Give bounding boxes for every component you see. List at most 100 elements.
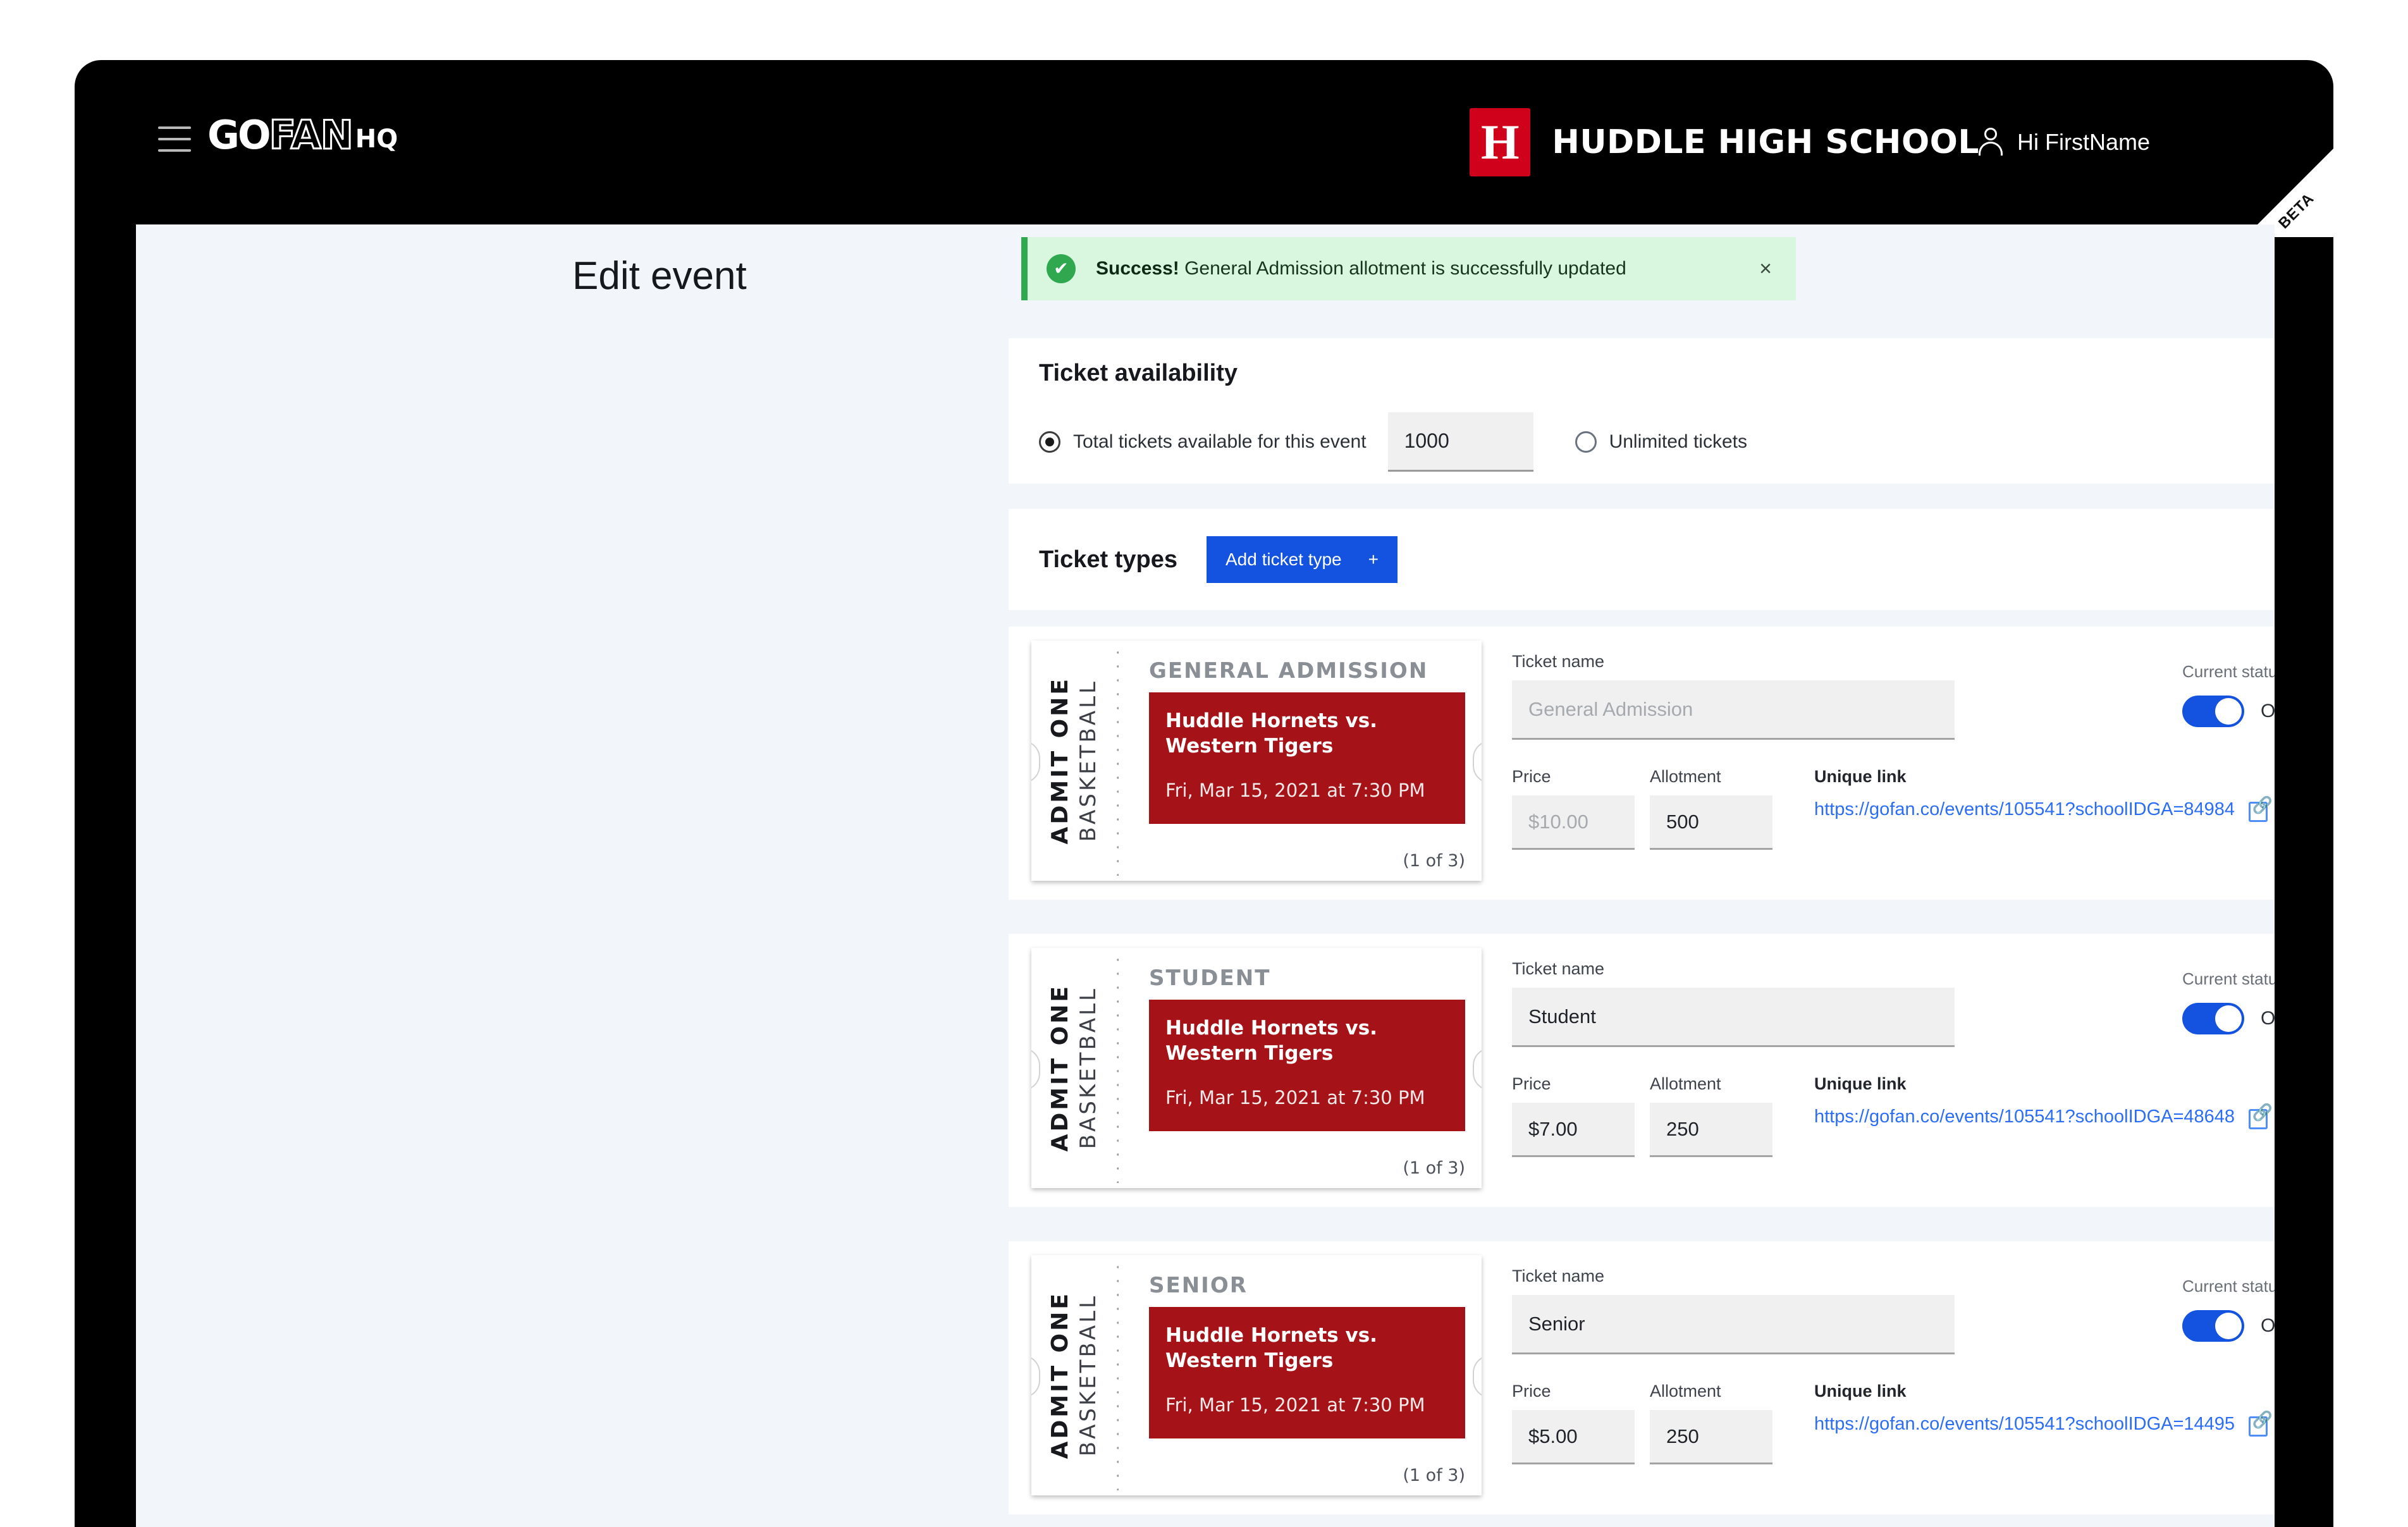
unique-link-label: Unique link: [1814, 1074, 1907, 1093]
radio-unlimited-tickets-label: Unlimited tickets: [1609, 431, 1747, 452]
price-label: Price: [1512, 1382, 1551, 1401]
stub-count-label: (1 of 3): [1403, 851, 1465, 871]
unique-link-label: Unique link: [1814, 767, 1907, 786]
page-title: Edit event: [572, 254, 747, 298]
ticket-type-card: ADMIT ONE BASKETBALL STUDENT Huddle Horn…: [1009, 934, 2275, 1207]
ticket-name-field: Ticket name Senior: [1512, 1266, 1955, 1354]
ticket-availability-heading: Ticket availability: [1039, 360, 1238, 386]
unique-link-field: Unique link https://gofan.co/events/1055…: [1814, 1382, 2273, 1437]
unique-link-url[interactable]: https://gofan.co/events/105541?schoolIDG…: [1814, 799, 2235, 820]
ticket-types-panel: Ticket types Add ticket type +: [1009, 509, 2275, 610]
copy-link-icon[interactable]: 🔗: [2249, 1104, 2273, 1129]
on-sale-toggle[interactable]: [2182, 1310, 2244, 1342]
radio-total-tickets[interactable]: [1039, 431, 1060, 453]
stub-event-date: Fri, Mar 15, 2021 at 7:30 PM: [1165, 780, 1425, 801]
price-field: Price $5.00: [1512, 1382, 1635, 1464]
logo-go-text: GO: [207, 112, 271, 158]
school-logo-icon: H: [1470, 108, 1531, 176]
sport-label: BASKETBALL: [1075, 679, 1101, 842]
stub-ticket-kind: SENIOR: [1149, 1273, 1248, 1298]
unique-link-url[interactable]: https://gofan.co/events/105541?schoolIDG…: [1814, 1107, 2235, 1127]
stub-side-labels: ADMIT ONE BASKETBALL: [1031, 641, 1116, 881]
user-icon: [1978, 128, 2003, 157]
perforation-line: [1116, 953, 1119, 1183]
allotment-label: Allotment: [1650, 1074, 1721, 1093]
school-name: HUDDLE HIGH SCHOOL: [1552, 123, 1979, 161]
allotment-input[interactable]: 500: [1650, 795, 1772, 850]
ticket-name-label: Ticket name: [1512, 959, 1605, 978]
price-input[interactable]: $5.00: [1512, 1410, 1635, 1464]
alert-bold-text: Success!: [1096, 258, 1179, 279]
unique-link-url[interactable]: https://gofan.co/events/105541?schoolIDG…: [1814, 1414, 2235, 1435]
on-sale-toggle[interactable]: [2182, 696, 2244, 727]
on-sale-status-text: On sale: [2261, 1008, 2275, 1029]
ticket-types-heading: Ticket types: [1039, 546, 1177, 573]
price-input[interactable]: $10.00: [1512, 795, 1635, 850]
ticket-preview-stub: ADMIT ONE BASKETBALL SENIOR Huddle Horne…: [1031, 1255, 1482, 1495]
stub-event-banner: Huddle Hornets vs. Western Tigers Fri, M…: [1149, 692, 1465, 824]
add-ticket-type-button[interactable]: Add ticket type +: [1206, 536, 1398, 583]
ticket-name-input[interactable]: General Admission: [1512, 680, 1955, 740]
stub-match-line2: Western Tigers: [1165, 1041, 1334, 1065]
admit-one-label: ADMIT ONE: [1047, 677, 1073, 845]
admit-one-label: ADMIT ONE: [1047, 1291, 1073, 1459]
gofan-hq-logo[interactable]: GO FAN HQ: [207, 112, 398, 158]
check-circle-icon: ✔: [1047, 254, 1076, 283]
alert-body-text: General Admission allotment is successfu…: [1184, 258, 1626, 279]
ticket-name-input[interactable]: Senior: [1512, 1295, 1955, 1354]
current-status-field: Current status On sale: [2182, 969, 2275, 1034]
ticket-fields: Ticket name Senior Price $5.00 Allotment…: [1512, 1266, 2275, 1500]
current-status-field: Current status On sale: [2182, 1277, 2275, 1342]
stub-event-banner: Huddle Hornets vs. Western Tigers Fri, M…: [1149, 1307, 1465, 1438]
unique-link-field: Unique link https://gofan.co/events/1055…: [1814, 1074, 2273, 1129]
stub-count-label: (1 of 3): [1403, 1158, 1465, 1178]
allotment-field: Allotment 250: [1650, 1382, 1772, 1464]
allotment-label: Allotment: [1650, 767, 1721, 786]
ticket-fields: Ticket name General Admission Price $10.…: [1512, 652, 2275, 886]
stub-ticket-kind: STUDENT: [1149, 966, 1271, 991]
stub-side-labels: ADMIT ONE BASKETBALL: [1031, 1255, 1116, 1495]
ticket-name-field: Ticket name General Admission: [1512, 652, 1955, 740]
on-sale-toggle[interactable]: [2182, 1003, 2244, 1034]
sport-label: BASKETBALL: [1075, 986, 1101, 1150]
ticket-preview-stub: ADMIT ONE BASKETBALL STUDENT Huddle Horn…: [1031, 948, 1482, 1188]
ticket-preview-stub: ADMIT ONE BASKETBALL GENERAL ADMISSION H…: [1031, 641, 1482, 881]
plus-icon: +: [1368, 549, 1379, 569]
unique-link-field: Unique link https://gofan.co/events/1055…: [1814, 767, 2273, 822]
app-header: GO FAN HQ H HUDDLE HIGH SCHOOL Hi FirstN…: [75, 60, 2333, 237]
radio-unlimited-tickets[interactable]: [1575, 431, 1597, 453]
copy-link-icon[interactable]: 🔗: [2249, 797, 2273, 822]
total-tickets-input[interactable]: 1000: [1387, 412, 1533, 472]
hamburger-icon[interactable]: [158, 126, 191, 152]
price-label: Price: [1512, 767, 1551, 786]
close-icon[interactable]: ×: [1759, 258, 1772, 279]
ticket-name-input[interactable]: Student: [1512, 988, 1955, 1047]
stub-match-line2: Western Tigers: [1165, 734, 1334, 757]
unique-link-label: Unique link: [1814, 1382, 1907, 1401]
ticket-name-label: Ticket name: [1512, 1266, 1605, 1285]
stub-side-labels: ADMIT ONE BASKETBALL: [1031, 948, 1116, 1188]
admit-one-label: ADMIT ONE: [1047, 984, 1073, 1152]
price-field: Price $7.00: [1512, 1074, 1635, 1157]
add-ticket-type-label: Add ticket type: [1225, 549, 1342, 569]
allotment-input[interactable]: 250: [1650, 1410, 1772, 1464]
ticket-availability-panel: Ticket availability Total tickets availa…: [1009, 338, 2275, 484]
allotment-input[interactable]: 250: [1650, 1103, 1772, 1157]
price-label: Price: [1512, 1074, 1551, 1093]
school-initial: H: [1480, 114, 1520, 169]
stub-event-banner: Huddle Hornets vs. Western Tigers Fri, M…: [1149, 1000, 1465, 1131]
user-menu[interactable]: Hi FirstName: [1978, 60, 2150, 224]
ticket-name-field: Ticket name Student: [1512, 959, 1955, 1047]
stub-match-line1: Huddle Hornets vs.: [1165, 709, 1377, 732]
perforation-line: [1116, 1260, 1119, 1490]
ticket-type-card: ADMIT ONE BASKETBALL SENIOR Huddle Horne…: [1009, 1241, 2275, 1514]
stub-ticket-kind: GENERAL ADMISSION: [1149, 658, 1428, 684]
on-sale-status-text: On sale: [2261, 701, 2275, 721]
sport-label: BASKETBALL: [1075, 1294, 1101, 1457]
price-input[interactable]: $7.00: [1512, 1103, 1635, 1157]
allotment-label: Allotment: [1650, 1382, 1721, 1401]
ticket-fields: Ticket name Student Price $7.00 Allotmen…: [1512, 959, 2275, 1193]
stub-event-date: Fri, Mar 15, 2021 at 7:30 PM: [1165, 1394, 1425, 1416]
copy-link-icon[interactable]: 🔗: [2249, 1411, 2273, 1437]
allotment-field: Allotment 500: [1650, 767, 1772, 850]
